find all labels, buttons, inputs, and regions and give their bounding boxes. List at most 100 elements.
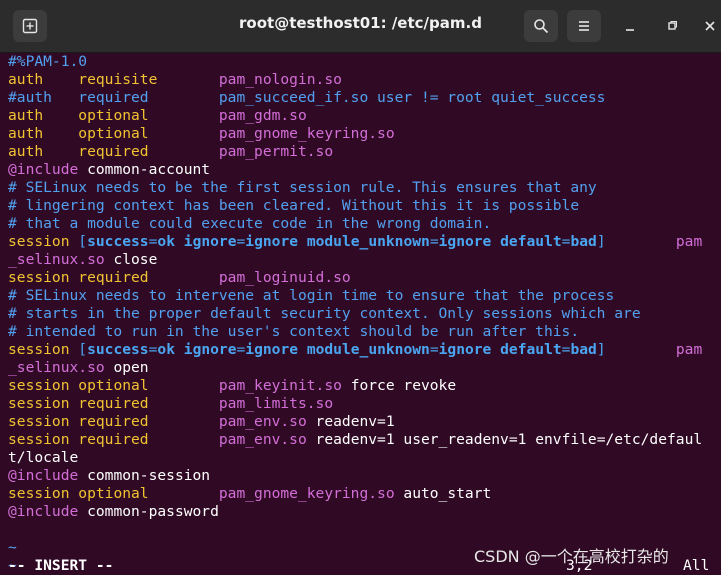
- search-button[interactable]: [524, 10, 558, 42]
- minimize-icon: [626, 29, 634, 31]
- text-segment: optional: [78, 485, 219, 502]
- text-segment: # SELinux needs to intervene at login ti…: [8, 287, 615, 304]
- text-segment: session: [8, 269, 79, 286]
- hamburger-menu-icon: [579, 21, 589, 31]
- terminal-line: auth optional pam_gnome_keyring.so: [8, 125, 721, 143]
- text-segment: #auth required pam_succeed_if.so user !=…: [8, 89, 606, 106]
- text-segment: [491, 233, 500, 250]
- text-segment: ]: [596, 341, 606, 358]
- text-segment: auth: [8, 143, 79, 160]
- new-tab-button[interactable]: [13, 10, 47, 42]
- text-segment: default: [500, 233, 562, 250]
- close-icon: [705, 21, 715, 31]
- text-segment: [298, 341, 307, 358]
- text-segment: _selinux.so: [8, 359, 105, 376]
- text-segment: readenv=1 user_readenv=1 envfile=/etc/de…: [306, 431, 703, 448]
- terminal-line: # starts in the proper default security …: [8, 305, 721, 323]
- text-segment: pam_loginuid.so: [218, 269, 351, 286]
- text-segment: ok: [157, 233, 175, 250]
- text-segment: open: [104, 359, 149, 376]
- text-segment: # lingering context has been cleared. Wi…: [8, 197, 580, 214]
- text-segment: ignore: [245, 341, 299, 358]
- text-segment: pam: [605, 233, 703, 250]
- terminal-line: t/locale: [8, 449, 721, 467]
- text-segment: required: [78, 143, 219, 160]
- window-title: root@testhost01: /etc/pam.d: [239, 14, 482, 32]
- text-segment: ok: [157, 341, 175, 358]
- text-segment: session: [8, 377, 79, 394]
- terminal-line: @include common-account: [8, 161, 721, 179]
- text-segment: default: [500, 341, 562, 358]
- terminal-line: # SELinux needs to intervene at login ti…: [8, 287, 721, 305]
- text-segment: common-account: [78, 161, 211, 178]
- text-segment: auth: [8, 125, 79, 142]
- text-segment: optional: [78, 107, 219, 124]
- text-segment: required: [78, 431, 219, 448]
- text-segment: ~: [8, 539, 17, 556]
- menu-button[interactable]: [567, 10, 601, 42]
- text-segment: #%PAM-1.0: [8, 53, 88, 70]
- maximize-icon: [668, 21, 677, 30]
- terminal-line: # lingering context has been cleared. Wi…: [8, 197, 721, 215]
- terminal-line: #auth required pam_succeed_if.so user !=…: [8, 89, 721, 107]
- text-segment: # intended to run in the user's context …: [8, 323, 580, 340]
- terminal-line: session [success=ok ignore=ignore module…: [8, 233, 721, 251]
- maximize-button[interactable]: [660, 14, 684, 38]
- text-segment: common-password: [78, 503, 219, 520]
- text-segment: pam: [605, 341, 703, 358]
- close-button[interactable]: [698, 14, 721, 38]
- new-tab-icon: [22, 18, 38, 34]
- text-segment: auto_start: [394, 485, 492, 502]
- text-segment: # SELinux needs to be the first session …: [8, 179, 597, 196]
- text-segment: readenv=1: [306, 413, 395, 430]
- text-segment: @include: [8, 467, 79, 484]
- text-segment: ignore: [183, 341, 237, 358]
- text-segment: [: [78, 341, 88, 358]
- text-segment: pam_gnome_keyring.so: [218, 125, 395, 142]
- text-segment: _selinux.so: [8, 251, 105, 268]
- text-segment: bad: [570, 233, 597, 250]
- terminal-line: session required pam_limits.so: [8, 395, 721, 413]
- vim-mode-indicator: -- INSERT --: [8, 557, 114, 574]
- text-segment: session: [8, 233, 79, 250]
- text-segment: pam_keyinit.so: [218, 377, 342, 394]
- text-segment: [: [78, 233, 88, 250]
- text-segment: # starts in the proper default security …: [8, 305, 641, 322]
- text-segment: pam_env.so: [218, 431, 307, 448]
- text-segment: required: [78, 269, 219, 286]
- text-segment: =: [236, 341, 246, 358]
- text-segment: =: [429, 233, 439, 250]
- text-segment: t/locale: [8, 449, 79, 466]
- text-segment: ignore: [183, 233, 237, 250]
- text-segment: force revoke: [341, 377, 457, 394]
- terminal-line: _selinux.so open: [8, 359, 721, 377]
- text-segment: =: [429, 341, 439, 358]
- text-segment: @include: [8, 503, 79, 520]
- text-segment: pam_permit.so: [218, 143, 334, 160]
- text-segment: pam_gnome_keyring.so: [218, 485, 395, 502]
- text-segment: session: [8, 395, 79, 412]
- text-segment: [491, 341, 500, 358]
- minimize-button[interactable]: [618, 14, 642, 38]
- text-segment: pam_limits.so: [218, 395, 334, 412]
- text-segment: requisite: [78, 71, 219, 88]
- text-segment: module_unknown: [306, 341, 430, 358]
- terminal-line: _selinux.so close: [8, 251, 721, 269]
- text-segment: @include: [8, 161, 79, 178]
- terminal-line: auth optional pam_gdm.so: [8, 107, 721, 125]
- terminal-text-area[interactable]: #%PAM-1.0 auth requisite pam_nologin.so #a…: [8, 53, 721, 574]
- text-segment: bad: [570, 341, 597, 358]
- terminal-line: # SELinux needs to be the first session …: [8, 179, 721, 197]
- scroll-position: All: [683, 557, 710, 574]
- text-segment: required: [78, 413, 219, 430]
- terminal-line: #%PAM-1.0: [8, 53, 721, 71]
- text-segment: [175, 341, 184, 358]
- terminal-line: # that a module could execute code in th…: [8, 215, 721, 233]
- watermark: CSDN @一个在高校打杂的: [474, 547, 669, 566]
- text-segment: ]: [596, 233, 606, 250]
- terminal-line: auth requisite pam_nologin.so: [8, 71, 721, 89]
- terminal-line: session [success=ok ignore=ignore module…: [8, 341, 721, 359]
- terminal-line: @include common-password: [8, 503, 721, 521]
- text-segment: ignore: [438, 233, 492, 250]
